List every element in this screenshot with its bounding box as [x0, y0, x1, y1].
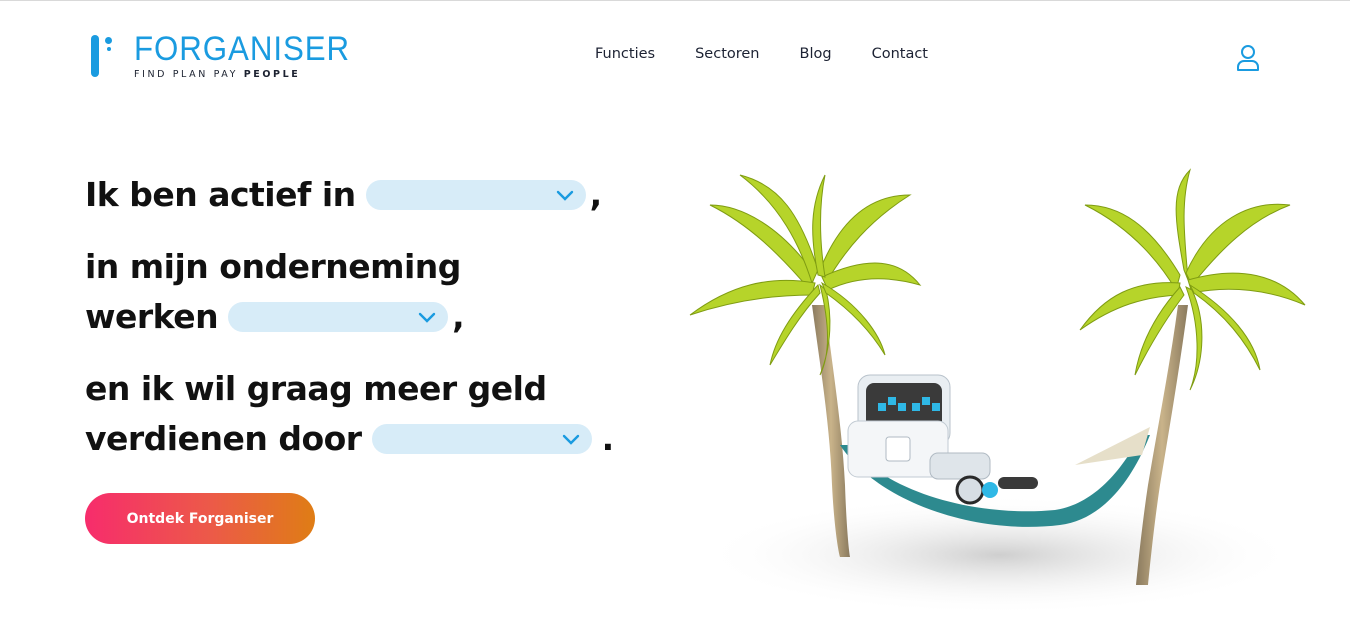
employees-select[interactable]	[228, 302, 449, 332]
nav-item-blog[interactable]: Blog	[800, 46, 832, 62]
nav-item-functies[interactable]: Functies	[595, 46, 655, 62]
nav-item-sectoren[interactable]: Sectoren	[695, 46, 759, 62]
chevron-down-icon	[418, 312, 436, 323]
chevron-down-icon	[562, 434, 579, 445]
top-border	[0, 0, 1350, 1]
logo-tagline: FIND PLAN PAY PEOPLE	[134, 69, 301, 80]
right-palm-fronds	[1079, 168, 1306, 391]
left-palm-fronds	[689, 174, 922, 376]
hero-line-5: verdienen door .	[85, 419, 614, 458]
ontdek-forganiser-button[interactable]: Ontdek Forganiser	[85, 493, 315, 544]
user-icon[interactable]	[1236, 44, 1260, 72]
forganiser-logo[interactable]: FORGANISER FIND PLAN PAY PEOPLE	[88, 30, 369, 80]
robot-hammock-illustration	[689, 168, 1306, 615]
hero-sentence: Ik ben actief in , in mijn onderneming w…	[85, 170, 645, 464]
nav-item-contact[interactable]: Contact	[872, 46, 928, 62]
goal-select[interactable]	[371, 424, 592, 454]
sector-select[interactable]	[365, 180, 586, 210]
chevron-down-icon	[556, 190, 573, 201]
hero-line-3: werken ,	[85, 297, 465, 336]
hero-line-4: en ik wil graag meer geld	[85, 369, 547, 408]
logo-mark-icon	[88, 33, 116, 79]
logo-name: FORGANISER	[134, 30, 351, 68]
hero-line-2: in mijn onderneming	[85, 247, 461, 286]
robot-figure	[847, 374, 1038, 505]
hero-line-1: Ik ben actief in ,	[85, 175, 602, 214]
main-nav: Functies Sectoren Blog Contact	[595, 46, 928, 62]
